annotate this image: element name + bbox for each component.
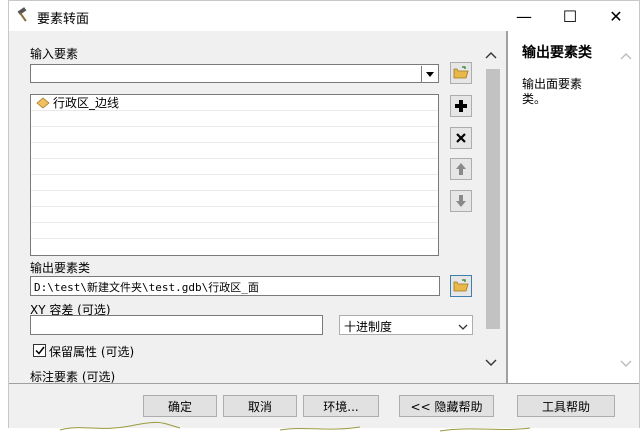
xy-tolerance-input[interactable]	[30, 315, 323, 335]
cancel-button[interactable]: 取消	[223, 395, 297, 417]
arrow-down-icon	[456, 195, 466, 207]
tool-help-button[interactable]: 工具帮助	[517, 395, 615, 417]
browse-output-button[interactable]	[450, 275, 472, 297]
preserve-attributes-label: 保留属性 (可选)	[49, 345, 135, 359]
tool-dialog: 要素转面 — ☐ ✕ 输入要素 行政区_边线 输出要素类 D:\test\新建文…	[8, 0, 640, 428]
chevron-up-icon[interactable]	[485, 48, 497, 62]
browse-input-button[interactable]	[450, 62, 472, 84]
chevron-down-icon[interactable]	[485, 356, 497, 370]
chevron-down-icon[interactable]	[421, 66, 437, 82]
add-row-button[interactable]	[450, 95, 472, 117]
list-item-label: 行政区_边线	[53, 96, 120, 110]
hide-help-button[interactable]: << 隐藏帮助	[399, 395, 494, 417]
title-bar: 要素转面 — ☐ ✕	[9, 1, 639, 31]
help-panel: 输出要素类 输出面要素类。	[506, 31, 639, 383]
minimize-button[interactable]: —	[501, 1, 547, 31]
remove-row-button[interactable]	[450, 127, 472, 149]
folder-open-icon	[453, 66, 469, 79]
check-icon	[34, 346, 45, 355]
chevron-down-icon[interactable]	[620, 357, 632, 371]
environments-button[interactable]: 环境...	[303, 395, 379, 417]
move-down-button[interactable]	[450, 190, 472, 212]
preserve-attributes-checkbox[interactable]	[33, 344, 46, 357]
close-button[interactable]: ✕	[593, 1, 639, 31]
parameters-panel: 输入要素 行政区_边线 输出要素类 D:\test\新建文件夹\test.gdb…	[9, 31, 506, 383]
close-icon	[456, 133, 466, 143]
help-body: 输出面要素类。	[522, 77, 583, 106]
label-features-label: 标注要素 (可选)	[30, 370, 116, 383]
input-features-combobox[interactable]	[30, 64, 439, 83]
move-up-button[interactable]	[450, 158, 472, 180]
window-title: 要素转面	[37, 12, 90, 27]
map-background	[59, 421, 531, 432]
help-title: 输出要素类	[522, 45, 592, 61]
list-item[interactable]: 行政区_边线	[31, 95, 438, 111]
parameters-scrollbar[interactable]	[483, 44, 500, 374]
xy-unit-select[interactable]: 十进制度	[339, 315, 473, 335]
input-features-list[interactable]: 行政区_边线	[30, 94, 439, 256]
input-features-label: 输入要素	[30, 47, 79, 61]
maximize-button[interactable]: ☐	[547, 1, 593, 31]
folder-open-icon	[453, 279, 469, 292]
scrollbar-thumb[interactable]	[486, 69, 500, 329]
chevron-up-icon[interactable]	[620, 49, 632, 63]
output-feature-class-label: 输出要素类	[30, 261, 91, 275]
hammer-icon	[16, 7, 32, 26]
polyline-layer-icon	[36, 96, 50, 109]
plus-icon	[455, 100, 467, 112]
arrow-up-icon	[456, 163, 466, 175]
ok-button[interactable]: 确定	[143, 395, 217, 417]
output-feature-class-input[interactable]: D:\test\新建文件夹\test.gdb\行政区_面	[30, 276, 440, 296]
chevron-down-icon	[458, 320, 468, 334]
